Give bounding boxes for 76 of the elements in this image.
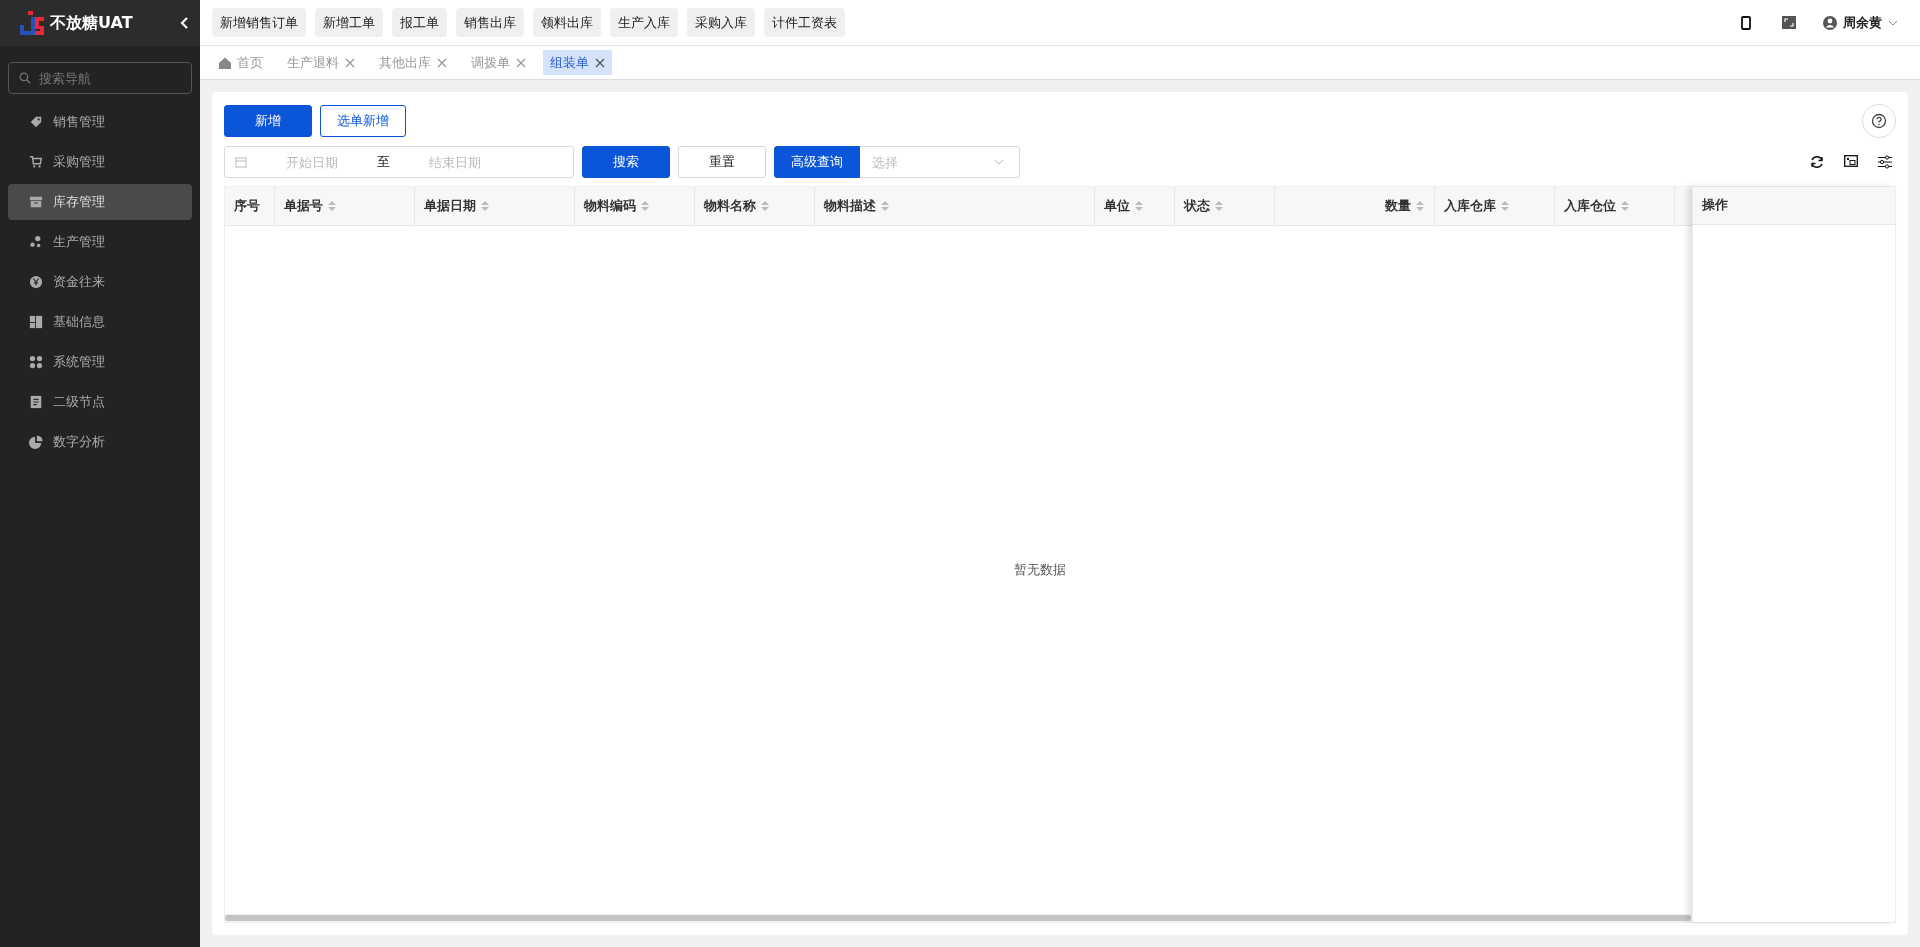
column-header[interactable]: 物料描述 <box>815 187 1095 225</box>
shortcut-button[interactable]: 销售出库 <box>456 8 524 37</box>
sort-icon[interactable] <box>760 199 770 213</box>
user-name[interactable]: 周余黄 <box>1843 13 1882 32</box>
column-header[interactable]: 单据号 <box>275 187 415 225</box>
sort-icon[interactable] <box>1415 199 1425 213</box>
sidebar-item[interactable]: 数字分析 <box>8 424 192 460</box>
chevron-down-icon <box>994 159 1004 165</box>
yen-icon <box>29 275 43 289</box>
cart-icon <box>29 155 43 169</box>
select-field[interactable]: 选择 <box>860 146 1020 178</box>
help-icon[interactable] <box>1862 104 1896 138</box>
reset-button[interactable]: 重置 <box>678 146 766 178</box>
collapse-icon[interactable] <box>180 16 190 30</box>
blocks-icon <box>29 315 43 329</box>
close-icon[interactable] <box>437 57 447 68</box>
column-header[interactable]: 入库仓位 <box>1555 187 1675 225</box>
shortcut-button[interactable]: 新增销售订单 <box>212 8 306 37</box>
sort-icon[interactable] <box>880 199 890 213</box>
column-header[interactable]: 物料编码 <box>575 187 695 225</box>
date-range-field[interactable]: 开始日期 至 结束日期 <box>224 146 574 178</box>
close-icon[interactable] <box>516 57 526 68</box>
sort-icon[interactable] <box>1620 199 1630 213</box>
tag-icon <box>29 115 43 129</box>
column-header[interactable]: 数量 <box>1275 187 1435 225</box>
close-icon[interactable] <box>345 57 355 68</box>
select-add-button[interactable]: 选单新增 <box>320 105 406 137</box>
grid-icon <box>29 355 43 369</box>
sort-icon[interactable] <box>1214 199 1224 213</box>
column-header[interactable]: 单据日期 <box>415 187 575 225</box>
sort-icon[interactable] <box>480 199 490 213</box>
sort-icon[interactable] <box>640 199 650 213</box>
shortcut-button[interactable]: 报工单 <box>392 8 447 37</box>
search-icon <box>19 70 31 86</box>
shortcut-button[interactable]: 生产入库 <box>610 8 678 37</box>
sidebar-item[interactable]: 库存管理 <box>8 184 192 220</box>
sidebar-item[interactable]: 资金往来 <box>8 264 192 300</box>
dots-icon <box>29 235 43 249</box>
pie-icon <box>29 435 43 449</box>
sort-icon[interactable] <box>327 199 337 213</box>
sort-icon[interactable] <box>1134 199 1144 213</box>
caret-icon[interactable] <box>1888 19 1898 26</box>
home-icon <box>219 56 231 69</box>
sort-icon[interactable] <box>1500 199 1510 213</box>
sidebar-item[interactable]: 基础信息 <box>8 304 192 340</box>
column-header[interactable]: 物料名称 <box>695 187 815 225</box>
nav-search-input[interactable]: 搜索导航 <box>37 69 181 87</box>
shortcut-button[interactable]: 领料出库 <box>533 8 601 37</box>
horizontal-scrollbar[interactable] <box>225 914 1691 922</box>
advanced-search-button[interactable]: 高级查询 <box>774 146 860 178</box>
column-header[interactable]: 状态 <box>1175 187 1275 225</box>
shortcut-button[interactable]: 计件工资表 <box>764 8 845 37</box>
sidebar-item[interactable]: 生产管理 <box>8 224 192 260</box>
brand-title: 不放糖UAT <box>50 12 134 34</box>
close-icon[interactable] <box>595 57 605 68</box>
add-button[interactable]: 新增 <box>224 105 312 137</box>
box-icon <box>29 195 43 209</box>
doc-icon <box>29 395 43 409</box>
column-header: 操作 <box>1693 187 1895 225</box>
sidebar-item[interactable]: 二级节点 <box>8 384 192 420</box>
sidebar-item[interactable]: 采购管理 <box>8 144 192 180</box>
page-tab[interactable]: 组装单 <box>543 50 612 75</box>
shortcut-button[interactable]: 采购入库 <box>687 8 755 37</box>
column-header: 序号 <box>225 187 275 225</box>
range-separator: 至 <box>377 153 390 171</box>
sidebar-item[interactable]: 系统管理 <box>8 344 192 380</box>
shortcut-button[interactable]: 新增工单 <box>315 8 383 37</box>
search-button[interactable]: 搜索 <box>582 146 670 178</box>
calendar-icon <box>235 156 247 168</box>
sidebar-item[interactable]: 销售管理 <box>8 104 192 140</box>
column-header[interactable]: 入库仓库 <box>1435 187 1555 225</box>
nav-search-field[interactable]: 搜索导航 <box>8 62 192 94</box>
empty-message: 暂无数据 <box>1014 561 1066 579</box>
user-avatar-icon[interactable] <box>1823 15 1837 30</box>
logo-icon <box>20 11 44 35</box>
column-header[interactable]: 单位 <box>1095 187 1175 225</box>
